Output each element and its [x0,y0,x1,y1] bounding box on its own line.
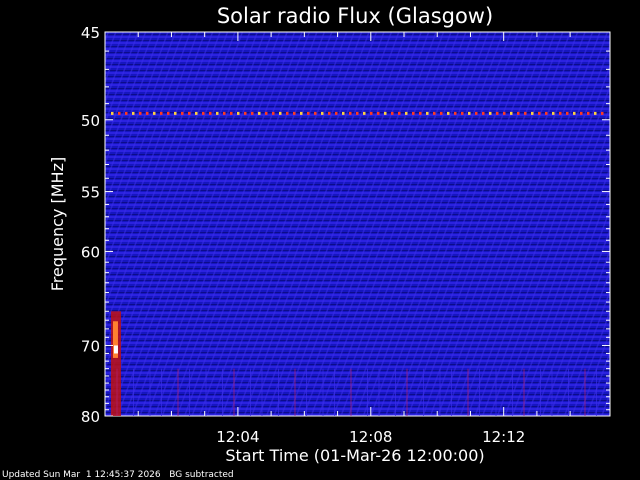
interference-dot [279,111,282,115]
interference-dot [181,111,184,115]
interference-dot [573,111,576,115]
interference-dot [377,111,380,115]
interference-dot [146,111,149,115]
interference-dot [566,111,569,115]
interference-dot [265,111,268,115]
interference-dot [125,111,128,115]
x-tick-label: 12:12 [482,428,525,446]
interference-dot [314,111,317,115]
interference-dot [272,111,275,115]
interference-dot [307,111,310,115]
y-tick-label: 80 [81,408,100,426]
interference-dot [426,111,429,115]
plot-texture [105,32,610,416]
interference-dot [335,111,338,115]
interference-dot [349,111,352,115]
interference-dot [524,111,527,115]
interference-dot [454,111,457,115]
x-tick-label: 12:08 [349,428,392,446]
interference-dot [538,111,541,115]
interference-dot [223,111,226,115]
interference-dot [230,111,233,115]
interference-dot [202,111,205,115]
interference-dot [321,111,324,115]
interference-dot [188,111,191,115]
interference-dot [363,111,366,115]
bg-subtracted-note: BG subtracted [169,470,234,480]
interference-dot [405,111,408,115]
interference-dot [398,111,401,115]
interference-dot [559,111,562,115]
interference-dot [468,111,471,115]
interference-dot [412,111,415,115]
interference-dot [237,111,240,115]
y-tick-label: 70 [81,337,100,355]
interference-dot [356,111,359,115]
interference-dot [244,111,247,115]
interference-dot [482,111,485,115]
interference-dot [587,111,590,115]
interference-dot [419,111,422,115]
interference-dot [503,111,506,115]
interference-dot [447,111,450,115]
y-tick-label: 45 [81,24,100,42]
interference-dot [258,111,261,115]
spectrogram-chart: Solar radio Flux (Glasgow) 455055607080 … [48,4,611,465]
interference-dot [342,111,345,115]
y-tick-label: 60 [81,243,100,261]
interference-dot [545,111,548,115]
y-tick-label: 50 [81,112,100,130]
interference-dot [489,111,492,115]
interference-dot [433,111,436,115]
interference-dot [552,111,555,115]
interference-dot [293,111,296,115]
interference-dot [496,111,499,115]
interference-dot [139,111,142,115]
plot-area [104,31,611,417]
interference-dot [300,111,303,115]
updated-timestamp: Updated Sun Mar 1 12:45:37 2026 [2,470,161,480]
interference-dot [209,111,212,115]
interference-dot [174,111,177,115]
interference-dot [475,111,478,115]
y-tick-label: 55 [81,184,100,202]
x-tick-label: 12:04 [216,428,259,446]
interference-dot [328,111,331,115]
burst-peak [113,345,118,354]
interference-dot [111,111,114,115]
chart-title: Solar radio Flux (Glasgow) [217,4,493,28]
interference-dot [594,111,597,115]
interference-dot [384,111,387,115]
x-axis-label: Start Time (01-Mar-26 12:00:00) [225,446,484,465]
interference-dot [160,111,163,115]
interference-dot [167,111,170,115]
interference-dot [132,111,135,115]
status-footer: Updated Sun Mar 1 12:45:37 2026 BG subtr… [2,470,234,480]
interference-dot [440,111,443,115]
interference-dot [601,111,604,115]
interference-dot [510,111,513,115]
interference-dot [216,111,219,115]
interference-dot [461,111,464,115]
interference-dot [391,111,394,115]
interference-dot [370,111,373,115]
y-axis-label: Frequency [MHz] [48,157,67,291]
interference-dot [153,111,156,115]
interference-dot [531,111,534,115]
interference-dot [580,111,583,115]
interference-dot [118,111,121,115]
interference-dot [251,111,254,115]
interference-dot [195,111,198,115]
interference-dot [517,111,520,115]
interference-dot [286,111,289,115]
